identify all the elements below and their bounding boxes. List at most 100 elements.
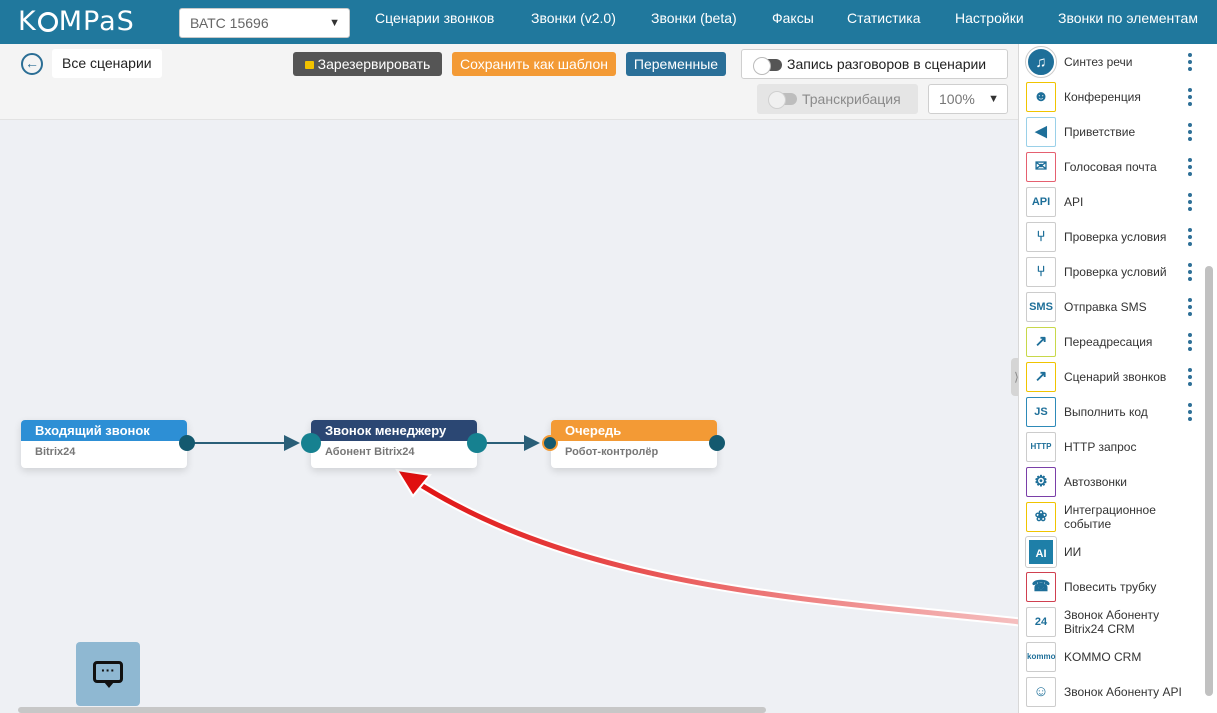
more-options-icon[interactable]	[1188, 228, 1192, 246]
node-title: Очередь	[551, 420, 717, 441]
nav-calls-beta[interactable]: Звонки (beta)	[651, 0, 737, 36]
more-options-icon[interactable]	[1188, 193, 1192, 211]
node-queue[interactable]: Очередь Робот-контролёр	[542, 420, 725, 468]
kommo-icon: kommo	[1026, 642, 1056, 672]
vertical-scrollbar[interactable]	[1205, 266, 1213, 696]
ats-select[interactable]: ВАТС 15696 ▼	[179, 8, 350, 38]
transcription-toggle[interactable]: Транскрибация	[757, 84, 918, 114]
reserve-button[interactable]: Зарезервировать	[293, 52, 442, 76]
zoom-value: 100%	[939, 91, 975, 107]
ai-chip-icon: AI	[1025, 536, 1057, 568]
output-port[interactable]	[467, 433, 487, 453]
nav-call-scenarios[interactable]: Сценарии звонков	[375, 0, 494, 36]
palette-item[interactable]: ◀ Приветствие	[1026, 117, 1196, 147]
http-icon: HTTP	[1026, 432, 1056, 462]
condition-branch-icon: ⑂	[1026, 222, 1056, 252]
js-icon: JS	[1026, 397, 1056, 427]
webhook-icon: ❀	[1026, 502, 1056, 532]
palette-item[interactable]: ☺ Звонок Абоненту API	[1026, 677, 1196, 707]
palette-item[interactable]: ⑂ Проверка условий	[1026, 257, 1196, 287]
palette-item[interactable]: SMS Отправка SMS	[1026, 292, 1196, 322]
conference-icon: ☻	[1026, 82, 1056, 112]
zoom-select[interactable]: 100% ▼	[928, 84, 1008, 114]
ats-select-value: ВАТС 15696	[190, 15, 269, 31]
bitrix24-icon: 24	[1026, 607, 1056, 637]
palette-item-label: API	[1064, 195, 1084, 209]
palette-item[interactable]: ↗ Сценарий звонков	[1026, 362, 1196, 392]
node-incoming-call[interactable]: Входящий звонок Bitrix24	[21, 420, 195, 468]
more-options-icon[interactable]	[1188, 298, 1192, 316]
more-options-icon[interactable]	[1188, 368, 1192, 386]
hangup-icon: ☎	[1026, 572, 1056, 602]
save-as-template-button[interactable]: Сохранить как шаблон	[452, 52, 616, 76]
user-api-icon: ☺	[1026, 677, 1056, 707]
toggle-switch[interactable]	[753, 57, 782, 75]
palette-item[interactable]: HTTP HTTP запрос	[1026, 432, 1196, 462]
palette-item-label: Проверка условия	[1064, 230, 1167, 244]
chevron-down-icon: ▼	[988, 93, 999, 105]
scenario-canvas[interactable]	[0, 120, 1018, 713]
node-title: Звонок менеджеру	[311, 420, 477, 441]
palette-item-label: Голосовая почта	[1064, 160, 1157, 174]
palette-item-label: Конференция	[1064, 90, 1141, 104]
nav-statistics[interactable]: Статистика	[847, 0, 921, 36]
top-navigation-bar: K MPaS ВАТС 15696 ▼ Сценарии звонков Звон…	[0, 0, 1217, 44]
record-calls-toggle[interactable]: Запись разговоров в сценарии	[741, 49, 1008, 79]
robot-icon: ⚙	[1026, 467, 1056, 497]
palette-item-label: Сценарий звонков	[1064, 370, 1167, 384]
more-options-icon[interactable]	[1188, 123, 1192, 141]
more-options-icon[interactable]	[1188, 158, 1192, 176]
more-options-icon[interactable]	[1188, 53, 1192, 71]
node-call-manager[interactable]: Звонок менеджеру Абонент Bitrix24	[301, 420, 487, 468]
nav-faxes[interactable]: Факсы	[772, 0, 814, 36]
toggle-switch[interactable]	[768, 91, 797, 109]
palette-item[interactable]: ⑂ Проверка условия	[1026, 222, 1196, 252]
nav-calls-v2[interactable]: Звонки (v2.0)	[531, 0, 616, 36]
palette-item[interactable]: ↗ Переадресация	[1026, 327, 1196, 357]
more-options-icon[interactable]	[1188, 333, 1192, 351]
node-subtitle: Bitrix24	[35, 446, 76, 458]
horizontal-scrollbar[interactable]	[18, 707, 766, 713]
speech-synthesis-icon: ♫	[1025, 46, 1057, 78]
palette-item[interactable]: 24 Звонок Абоненту Bitrix24 CRM	[1026, 607, 1196, 637]
nav-calls-by-elements[interactable]: Звонки по элементам	[1058, 0, 1198, 36]
palette-item[interactable]: ⚙ Автозвонки	[1026, 467, 1196, 497]
transcription-label: Транскрибация	[802, 91, 901, 107]
voicemail-icon: ✉	[1026, 152, 1056, 182]
palette-item[interactable]: JS Выполнить код	[1026, 397, 1196, 427]
input-port[interactable]	[542, 435, 558, 451]
node-subtitle: Абонент Bitrix24	[325, 446, 415, 458]
palette-item[interactable]: ☎ Повесить трубку	[1026, 572, 1196, 602]
palette-item[interactable]: AI ИИ	[1025, 536, 1196, 568]
more-options-icon[interactable]	[1188, 263, 1192, 281]
nav-settings[interactable]: Настройки	[955, 0, 1024, 36]
palette-item[interactable]: ☻ Конференция	[1026, 82, 1196, 112]
palette-item-label: Автозвонки	[1064, 475, 1128, 489]
palette-item-label: Приветствие	[1064, 125, 1136, 139]
palette-item[interactable]: API API	[1026, 187, 1196, 217]
chat-button[interactable]: ···	[76, 642, 140, 706]
call-forward-icon: ↗	[1026, 327, 1056, 357]
more-options-icon[interactable]	[1188, 88, 1192, 106]
output-port[interactable]	[179, 435, 195, 451]
more-options-icon[interactable]	[1188, 403, 1192, 421]
all-scenarios-button[interactable]: Все сценарии	[52, 49, 162, 78]
node-title: Входящий звонок	[21, 420, 187, 441]
palette-item-label: Звонок Абоненту API	[1064, 685, 1182, 699]
lock-icon	[304, 61, 314, 69]
chat-bubble-tail	[104, 682, 114, 688]
palette-item[interactable]: ✉ Голосовая почта	[1026, 152, 1196, 182]
palette-item-label: Проверка условий	[1064, 265, 1167, 279]
palette-item[interactable]: kommo KOMMO CRM	[1026, 642, 1196, 672]
record-calls-label: Запись разговоров в сценарии	[787, 56, 987, 72]
variables-button[interactable]: Переменные	[626, 52, 726, 76]
back-arrow-icon[interactable]: ←	[21, 53, 43, 75]
palette-item[interactable]: ❀ Интеграционное событие	[1026, 502, 1196, 532]
output-port[interactable]	[709, 435, 725, 451]
input-port[interactable]	[301, 433, 321, 453]
call-scenario-icon: ↗	[1026, 362, 1056, 392]
palette-item[interactable]: ♫ Синтез речи	[1025, 46, 1196, 78]
kompas-logo[interactable]: K MPaS	[18, 7, 135, 37]
palette-item-label: Отправка SMS	[1064, 300, 1147, 314]
reserve-label: Зарезервировать	[317, 56, 431, 72]
